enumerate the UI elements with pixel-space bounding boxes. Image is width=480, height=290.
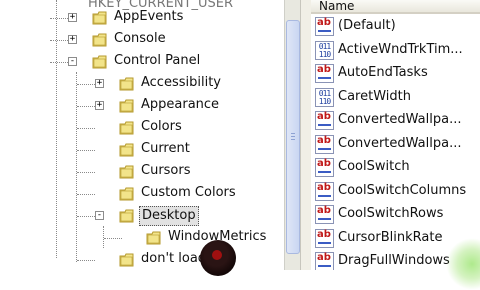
tree-connector — [56, 0, 57, 258]
string-value-icon: ab — [315, 134, 334, 154]
value-name: ConvertedWallpa... — [338, 135, 462, 151]
string-value-icon: ab — [315, 111, 334, 130]
folder-icon — [119, 98, 135, 114]
value-name: CoolSwitchRows — [338, 206, 444, 221]
tree-node-label[interactable]: Colors — [139, 118, 184, 136]
value-name: CaretWidth — [338, 88, 411, 104]
tree-connector — [77, 106, 95, 107]
value-row[interactable]: ab CoolSwitchRows — [311, 204, 480, 228]
tree-connector — [77, 260, 95, 261]
expand-node-icon[interactable]: + — [68, 35, 77, 44]
value-name: ConvertedWallpa... — [338, 112, 462, 127]
expand-node-icon[interactable]: + — [68, 13, 77, 22]
folder-icon — [119, 164, 135, 180]
tree-connector — [50, 40, 68, 41]
tree-node-label[interactable]: Desktop — [139, 206, 199, 226]
binary-value-icon: 011 110 — [315, 87, 334, 107]
tree-connector — [77, 172, 95, 173]
folder-icon — [92, 10, 108, 26]
string-value-icon: ab — [315, 64, 334, 83]
cursor-highlight — [200, 240, 236, 276]
tree-node-label[interactable]: Custom Colors — [139, 184, 238, 202]
scrollbar-grip — [291, 133, 295, 141]
tree-vertical-scrollbar[interactable] — [284, 0, 301, 270]
value-row[interactable]: ab (Default) — [311, 16, 480, 40]
tree-node-label[interactable]: don't load — [139, 250, 208, 268]
value-row[interactable]: ab CoolSwitchColumns — [311, 181, 480, 205]
string-value-icon: ab — [315, 158, 334, 177]
tree-connector — [77, 150, 95, 151]
tree-connector — [76, 72, 77, 262]
folder-icon — [119, 142, 135, 158]
tree-connector — [50, 62, 68, 63]
tree-connector — [77, 194, 95, 195]
string-value-icon: ab — [315, 17, 334, 36]
tree-node-label[interactable]: Accessibility — [139, 74, 223, 92]
folder-icon — [119, 186, 135, 202]
binary-value-icon: 011 110 — [315, 40, 334, 60]
value-row[interactable]: ab AutoEndTasks — [311, 63, 480, 87]
value-name: CursorBlinkRate — [338, 229, 443, 245]
folder-icon — [92, 54, 108, 70]
folder-icon — [119, 120, 135, 136]
tree-connector — [77, 216, 95, 217]
collapse-node-icon[interactable]: - — [68, 57, 77, 66]
registry-tree-pane[interactable]: HKEY_CURRENT_USER + AppEvents + Console - Con… — [0, 0, 284, 270]
collapse-node-icon[interactable]: - — [95, 211, 104, 220]
tree-connector — [103, 226, 104, 248]
tree-node-label[interactable]: Control Panel — [112, 52, 202, 70]
value-row[interactable]: 011 110 CaretWidth — [311, 87, 480, 111]
expand-node-icon[interactable]: + — [95, 101, 104, 110]
value-row[interactable]: 011 110 ActiveWndTrkTim... — [311, 40, 480, 64]
value-row[interactable]: ab ConvertedWallpa... — [311, 134, 480, 158]
tree-node-label[interactable]: AppEvents — [112, 8, 185, 26]
tree-connector — [77, 128, 95, 129]
tree-connector — [50, 18, 68, 19]
folder-icon — [146, 230, 162, 246]
value-row[interactable]: ab CoolSwitch — [311, 157, 480, 181]
value-name: CoolSwitchColumns — [338, 182, 467, 198]
scrollbar-thumb[interactable] — [286, 20, 300, 254]
folder-icon — [119, 76, 135, 92]
string-value-icon: ab — [315, 205, 334, 224]
tree-node-label[interactable]: Cursors — [139, 162, 193, 180]
tree-node-label[interactable]: Appearance — [139, 96, 221, 114]
cursor-highlight-center — [212, 250, 222, 260]
value-row[interactable]: ab ConvertedWallpa... — [311, 110, 480, 134]
folder-icon — [119, 208, 135, 224]
tree-node-label[interactable]: Current — [139, 140, 192, 158]
value-name: (Default) — [338, 18, 396, 33]
string-value-icon: ab — [315, 181, 334, 201]
value-name: ActiveWndTrkTim... — [338, 41, 463, 57]
value-name: DragFullWindows — [338, 253, 450, 268]
tree-connector — [77, 84, 95, 85]
tree-connector — [104, 238, 122, 239]
registry-values-pane[interactable]: Name ab (Default) 011 110 ActiveWndTrkTim...… — [311, 0, 480, 270]
expand-node-icon[interactable]: + — [95, 79, 104, 88]
value-name: CoolSwitch — [338, 159, 410, 174]
string-value-icon: ab — [315, 228, 334, 248]
folder-icon — [119, 252, 135, 268]
folder-icon — [92, 32, 108, 48]
column-header-name[interactable]: Name — [311, 0, 480, 14]
tree-node-label[interactable]: Console — [112, 30, 168, 48]
string-value-icon: ab — [315, 252, 334, 270]
value-name: AutoEndTasks — [338, 65, 428, 80]
